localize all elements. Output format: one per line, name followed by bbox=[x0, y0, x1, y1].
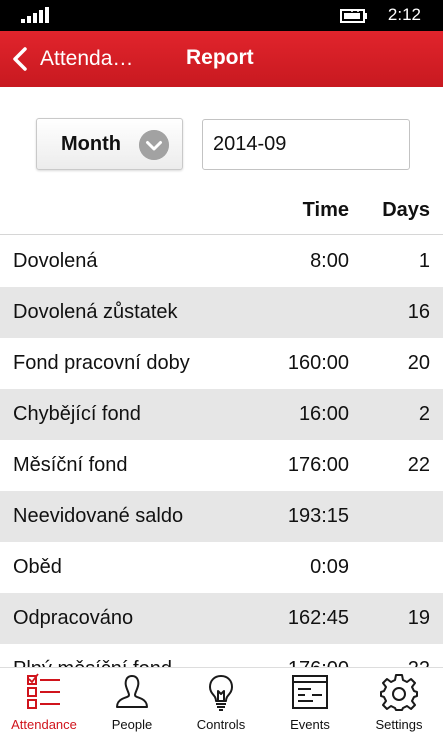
row-name: Neevidované saldo bbox=[13, 505, 184, 527]
tab-label: Settings bbox=[375, 717, 423, 732]
row-name: Oběd bbox=[13, 556, 62, 578]
row-time: 0:09 bbox=[310, 556, 349, 578]
date-input[interactable] bbox=[202, 119, 410, 170]
page-title: Report bbox=[186, 46, 254, 69]
gear-icon bbox=[380, 674, 418, 711]
row-days: 22 bbox=[408, 658, 430, 667]
app-header: Attenda… Report bbox=[0, 31, 443, 87]
tab-controls[interactable]: Controls bbox=[177, 668, 265, 738]
status-bar: 2:12 bbox=[0, 0, 443, 31]
tab-attendance[interactable]: Attendance bbox=[0, 668, 88, 738]
lightbulb-icon bbox=[209, 675, 233, 711]
table-row: Oběd 0:09 bbox=[0, 542, 443, 593]
tab-label: Attendance bbox=[11, 717, 77, 732]
row-time: 8:00 bbox=[310, 250, 349, 272]
tab-label: Controls bbox=[196, 717, 246, 732]
row-time: 176:00 bbox=[287, 454, 349, 476]
battery-charging-icon bbox=[340, 9, 367, 23]
chevron-left-icon bbox=[13, 47, 27, 71]
row-days: 2 bbox=[418, 403, 430, 425]
row-name: Odpracováno bbox=[13, 607, 134, 629]
bottom-tab-bar: Attendance People Controls Events Settin… bbox=[0, 667, 443, 738]
tab-settings[interactable]: Settings bbox=[355, 668, 443, 738]
back-label: Attenda… bbox=[40, 47, 134, 70]
column-header-time: Time bbox=[302, 199, 349, 221]
table-header: Time Days bbox=[0, 188, 443, 235]
person-icon bbox=[116, 675, 148, 708]
signal-strength-icon bbox=[21, 7, 49, 23]
back-button[interactable]: Attenda… bbox=[0, 31, 160, 87]
table-row: Fond pracovní doby 160:00 20 bbox=[0, 338, 443, 389]
column-header-days: Days bbox=[382, 199, 430, 221]
tab-people[interactable]: People bbox=[88, 668, 176, 738]
report-table[interactable]: Dovolená 8:00 1 Dovolená zůstatek 16 Fon… bbox=[0, 236, 443, 667]
table-row: Plný měsíční fond 176:00 22 bbox=[0, 644, 443, 667]
period-select[interactable]: Month bbox=[36, 118, 183, 170]
row-name: Měsíční fond bbox=[13, 454, 128, 476]
row-time: 160:00 bbox=[287, 352, 349, 374]
table-row: Dovolená 8:00 1 bbox=[0, 236, 443, 287]
status-time: 2:12 bbox=[387, 5, 421, 24]
row-time: 193:15 bbox=[287, 505, 349, 527]
tab-label: Events bbox=[290, 717, 330, 732]
chevron-down-icon bbox=[139, 130, 169, 160]
row-time: 162:45 bbox=[287, 607, 349, 629]
tab-label: People bbox=[111, 717, 153, 732]
row-time: 16:00 bbox=[298, 403, 349, 425]
table-row: Odpracováno 162:45 19 bbox=[0, 593, 443, 644]
table-row: Dovolená zůstatek 16 bbox=[0, 287, 443, 338]
row-name: Dovolená zůstatek bbox=[13, 301, 178, 323]
checklist-icon bbox=[27, 673, 60, 709]
row-days: 1 bbox=[418, 250, 430, 272]
row-days: 20 bbox=[407, 352, 430, 374]
table-row: Chybějící fond 16:00 2 bbox=[0, 389, 443, 440]
row-days: 22 bbox=[407, 454, 430, 476]
period-select-label: Month bbox=[61, 132, 121, 155]
table-row: Neevidované saldo 193:15 bbox=[0, 491, 443, 542]
row-name: Fond pracovní doby bbox=[13, 352, 190, 374]
row-days: 19 bbox=[407, 607, 430, 629]
table-row: Měsíční fond 176:00 22 bbox=[0, 440, 443, 491]
events-window-icon bbox=[292, 675, 328, 709]
tab-events[interactable]: Events bbox=[266, 668, 354, 738]
row-name: Chybějící fond bbox=[13, 403, 141, 425]
row-name: Plný měsíční fond bbox=[13, 658, 172, 667]
row-time: 176:00 bbox=[288, 658, 349, 667]
row-name: Dovolená bbox=[13, 250, 98, 272]
row-days: 16 bbox=[407, 301, 430, 323]
